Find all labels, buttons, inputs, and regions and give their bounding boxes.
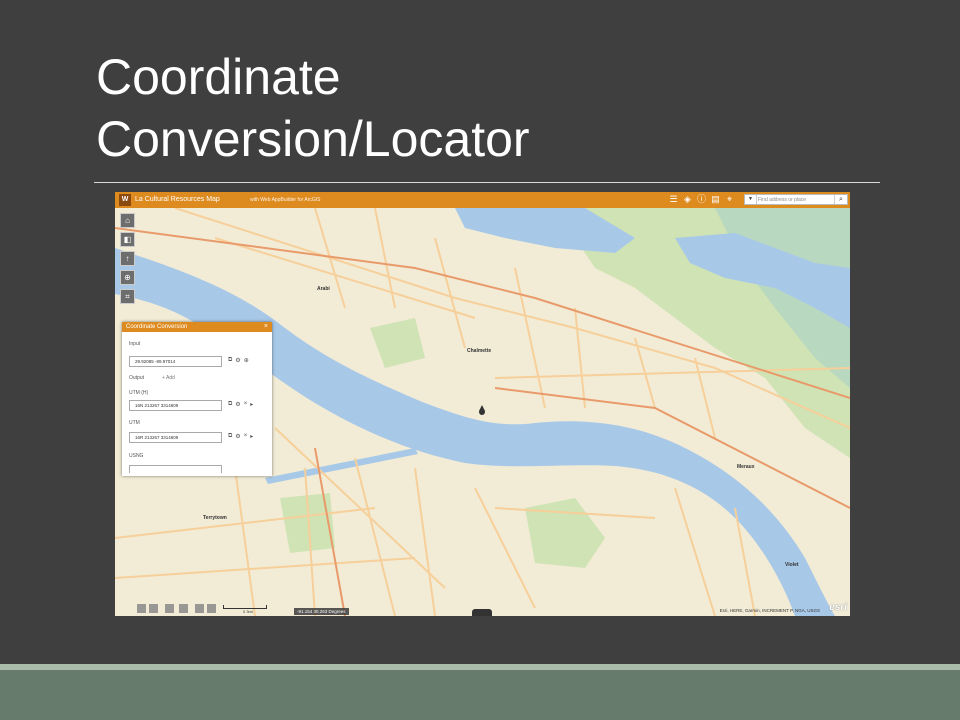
panel-header: Coordinate Conversion × — [122, 322, 272, 332]
coordinate-conversion-panel: Coordinate Conversion × Input 29.92085 -… — [122, 322, 272, 476]
output-utmh-field[interactable]: 16N 213267 3314609 — [129, 400, 222, 411]
input-actions: ⧉ ⚙ ⊕ — [228, 357, 249, 364]
copy-icon[interactable]: ⧉ — [228, 401, 232, 408]
map-attribution: Esri, HERE, Garmin, INCREMENT P, NGA, US… — [719, 608, 820, 613]
output-label: Output — [129, 375, 145, 381]
prev-extent-icon[interactable] — [137, 604, 146, 613]
app-header: W La Cultural Resources Map with Web App… — [115, 192, 850, 208]
layers-tool-icon[interactable]: ◧ — [120, 232, 135, 247]
map-view[interactable]: Arabi Chalmette Terrytown Meraux Violet … — [115, 207, 850, 616]
app-subtitle: with Web AppBuilder for ArcGIS — [250, 197, 321, 203]
gear-icon[interactable]: ⚙ — [235, 357, 240, 364]
home-icon[interactable]: ⌂ — [120, 213, 135, 228]
output-usng-label: USNG — [129, 453, 144, 459]
scale-text: 0 3mi — [243, 609, 253, 614]
footer-band — [0, 670, 960, 720]
input-label: Input — [129, 341, 141, 347]
measure-icon[interactable]: ⌖ — [724, 194, 735, 205]
output-utmh-label: UTM (H) — [129, 390, 149, 396]
output-utm-actions: ⧉ ⚙ × ▸ — [228, 433, 253, 440]
output-utm-field[interactable]: 16R 213267 3314609 — [129, 432, 222, 443]
search-icon[interactable]: ⌕ — [834, 195, 847, 204]
gear-icon[interactable]: ⚙ — [235, 433, 240, 440]
north-arrow-icon[interactable]: ↑ — [120, 251, 135, 266]
next-extent-icon[interactable] — [149, 604, 158, 613]
map-label-arabi: Arabi — [317, 286, 330, 292]
input-coordinate-field[interactable]: 29.92085 -89.97014 — [129, 356, 222, 367]
header-toolbar: ☰ ◈ ⓘ ▤ ⌖ — [668, 194, 735, 205]
slide-title: Coordinate Conversion/Locator — [96, 46, 530, 170]
add-output-button[interactable]: + Add — [162, 375, 175, 381]
remove-icon[interactable]: × — [244, 433, 248, 440]
overview-icon[interactable] — [207, 604, 216, 613]
locate-icon[interactable] — [179, 604, 188, 613]
map-label-chalmette: Chalmette — [467, 348, 492, 354]
output-utmh-actions: ⧉ ⚙ × ▸ — [228, 401, 253, 408]
attribute-table-tab[interactable] — [472, 609, 492, 616]
info-icon[interactable]: ⓘ — [696, 194, 707, 205]
home-extent-icon[interactable] — [165, 604, 174, 613]
print-icon[interactable]: ▤ — [710, 194, 721, 205]
title-line-1: Coordinate — [96, 49, 341, 105]
copy-icon[interactable]: ⧉ — [228, 357, 232, 364]
output-usng-field[interactable] — [129, 465, 222, 473]
search-dropdown-icon[interactable]: ▼ — [745, 195, 757, 204]
expand-icon[interactable]: ▸ — [250, 433, 253, 440]
layers-icon[interactable]: ◈ — [682, 194, 693, 205]
esri-logo: esri — [829, 602, 847, 613]
map-label-violet: Violet — [785, 562, 799, 568]
map-app-window: W La Cultural Resources Map with Web App… — [115, 192, 850, 616]
gear-icon[interactable]: ⚙ — [235, 401, 240, 408]
output-utm-label: UTM — [129, 420, 140, 426]
title-line-2: Conversion/Locator — [96, 111, 530, 167]
expand-icon[interactable]: ▸ — [250, 401, 253, 408]
zoom-in-icon[interactable]: ⊕ — [120, 270, 135, 285]
app-title: La Cultural Resources Map — [135, 196, 220, 203]
copy-icon[interactable]: ⧉ — [228, 433, 232, 440]
fullscreen-icon[interactable] — [195, 604, 204, 613]
title-divider — [94, 182, 880, 183]
app-logo: W — [119, 194, 131, 206]
panel-title: Coordinate Conversion — [126, 324, 188, 330]
map-label-terrytown: Terrytown — [203, 515, 227, 521]
map-label-meraux: Meraux — [737, 464, 755, 470]
zoom-to-icon[interactable]: ⊕ — [244, 357, 249, 364]
remove-icon[interactable]: × — [244, 401, 248, 408]
coordinate-tool-icon[interactable]: ⌗ — [120, 289, 135, 304]
list-icon[interactable]: ☰ — [668, 194, 679, 205]
search-box: ▼ ⌕ — [744, 194, 848, 205]
close-icon[interactable]: × — [264, 322, 268, 332]
search-input[interactable] — [758, 195, 834, 204]
coordinate-readout: -91.154 30.263 Degrees — [294, 608, 349, 615]
